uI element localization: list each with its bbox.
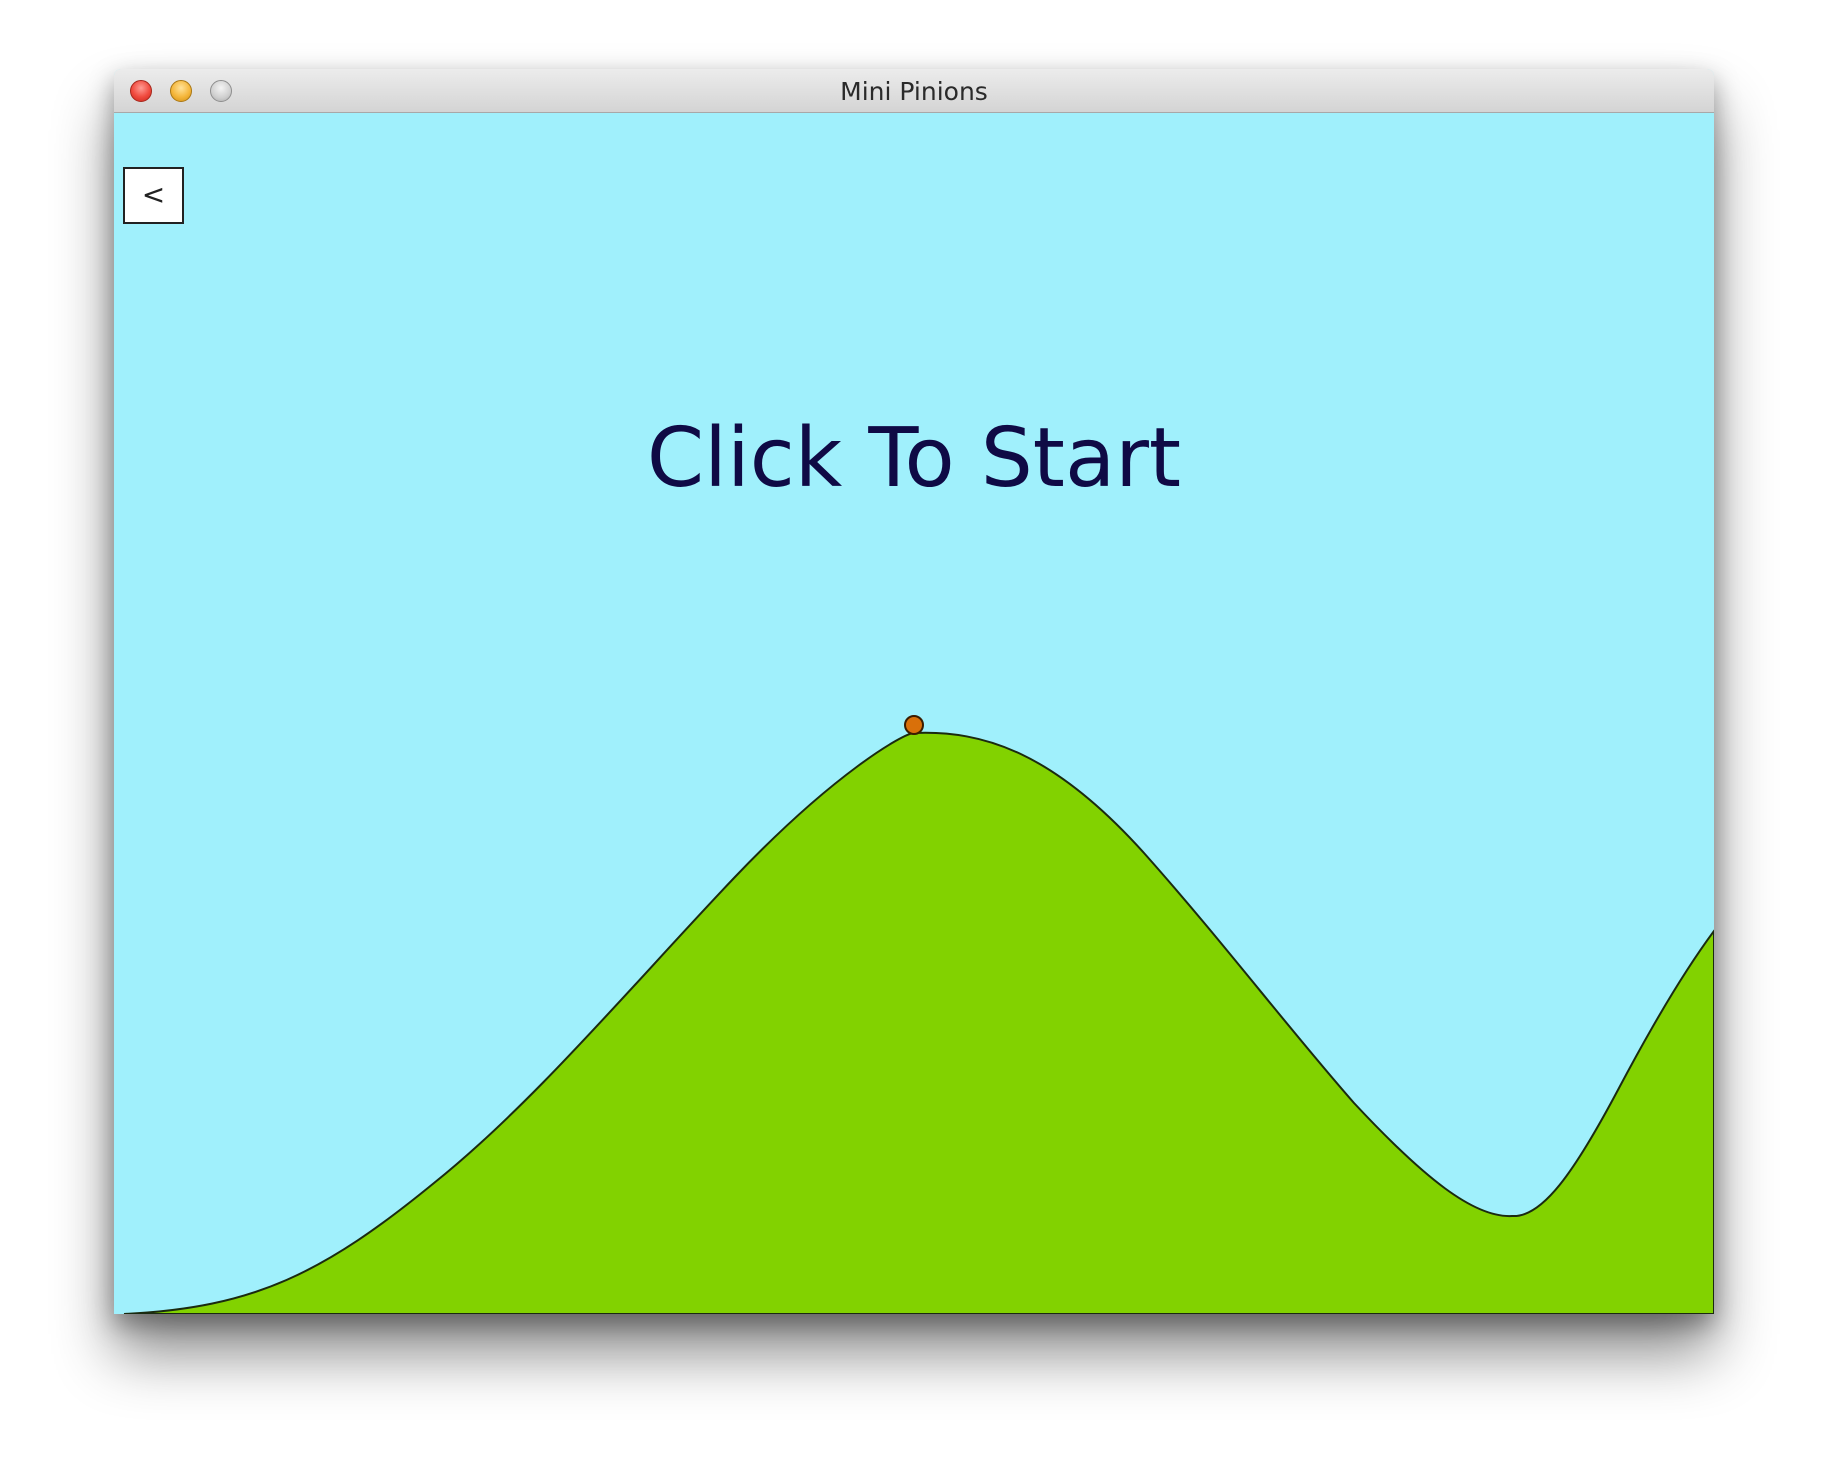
player-ball (904, 715, 924, 735)
title-bar[interactable]: Mini Pinions (114, 69, 1714, 113)
game-canvas[interactable]: < Click To Start (114, 113, 1714, 1314)
terrain (123, 715, 1714, 1314)
window-title: Mini Pinions (840, 77, 988, 106)
start-prompt[interactable]: Click To Start (114, 409, 1714, 509)
game-window: Mini Pinions < Click To Start (114, 69, 1714, 1314)
hill (123, 731, 1714, 1314)
back-button[interactable]: < (123, 167, 184, 224)
